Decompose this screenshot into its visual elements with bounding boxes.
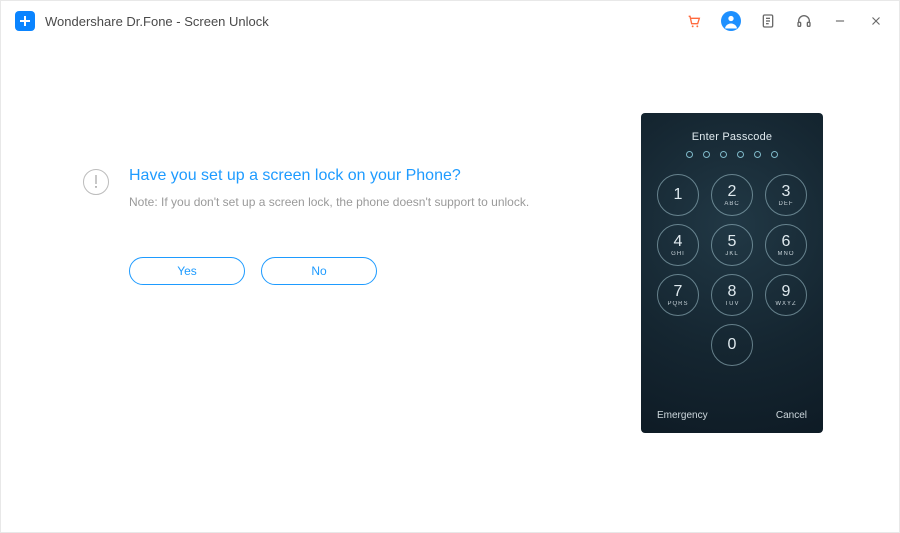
keypad-key-2[interactable]: 2ABC [711, 174, 753, 216]
enter-passcode-label: Enter Passcode [692, 131, 772, 143]
window-title: Wondershare Dr.Fone - Screen Unlock [45, 14, 269, 29]
keypad-key-6[interactable]: 6MNO [765, 224, 807, 266]
no-button[interactable]: No [261, 257, 377, 285]
exclamation-icon [83, 169, 109, 195]
passcode-dot [754, 151, 761, 158]
keypad-key-4[interactable]: 4GHI [657, 224, 699, 266]
minimize-icon[interactable] [831, 12, 849, 30]
keypad-key-8[interactable]: 8TUV [711, 274, 753, 316]
prompt-question: Have you set up a screen lock on your Ph… [129, 167, 583, 185]
passcode-dot [703, 151, 710, 158]
keypad-key-9[interactable]: 9WXYZ [765, 274, 807, 316]
keypad-key-0[interactable]: 0 [711, 324, 753, 366]
phone-cancel-button[interactable]: Cancel [776, 410, 807, 421]
app-logo [15, 11, 35, 31]
phone-emergency-button[interactable]: Emergency [657, 410, 708, 421]
keypad-key-7[interactable]: 7PQRS [657, 274, 699, 316]
prompt-block: Have you set up a screen lock on your Ph… [83, 167, 583, 285]
keypad: 1 2ABC 3DEF 4GHI 5JKL 6MNO 7PQRS 8TUV 9W… [657, 174, 807, 366]
cart-icon[interactable] [685, 12, 703, 30]
passcode-dots [686, 151, 778, 158]
user-icon[interactable] [721, 11, 741, 31]
main-content: Have you set up a screen lock on your Ph… [1, 41, 899, 532]
passcode-dot [771, 151, 778, 158]
title-bar: Wondershare Dr.Fone - Screen Unlock [1, 1, 899, 41]
phone-mockup: Enter Passcode 1 2ABC 3DEF 4GHI 5JKL 6MN… [641, 113, 823, 433]
yes-button[interactable]: Yes [129, 257, 245, 285]
passcode-dot [686, 151, 693, 158]
title-bar-icons [685, 11, 885, 31]
headset-icon[interactable] [795, 12, 813, 30]
keypad-key-3[interactable]: 3DEF [765, 174, 807, 216]
close-icon[interactable] [867, 12, 885, 30]
passcode-dot [720, 151, 727, 158]
keypad-key-5[interactable]: 5JKL [711, 224, 753, 266]
prompt-note: Note: If you don't set up a screen lock,… [129, 195, 583, 209]
passcode-dot [737, 151, 744, 158]
notes-icon[interactable] [759, 12, 777, 30]
keypad-key-1[interactable]: 1 [657, 174, 699, 216]
